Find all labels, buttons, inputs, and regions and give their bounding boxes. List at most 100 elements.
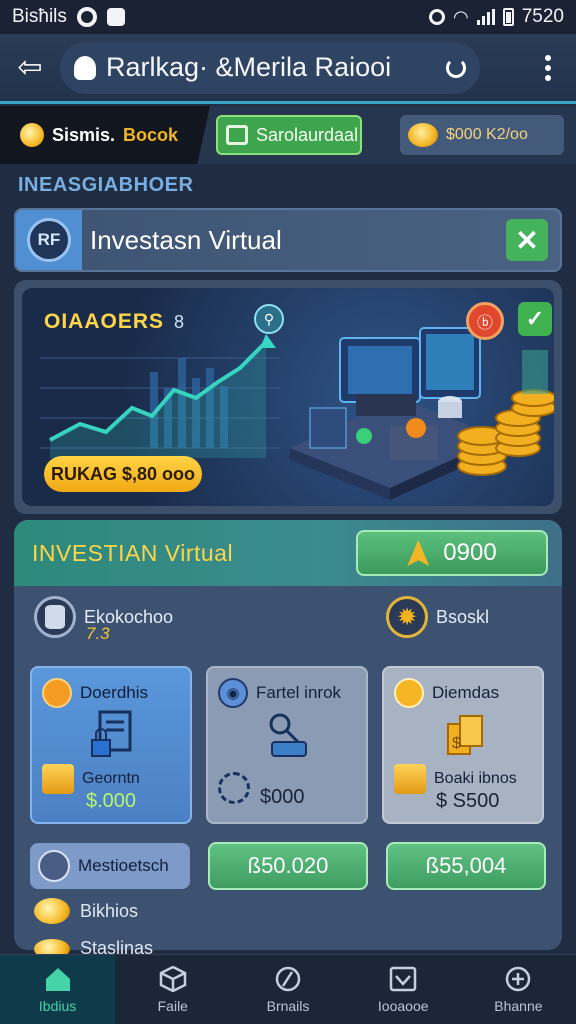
vibrate-icon xyxy=(429,9,445,25)
back-button[interactable]: ⇦ xyxy=(0,33,60,103)
nav-label: Faile xyxy=(157,997,188,1014)
status-left: Bisħils xyxy=(12,6,125,28)
more-menu-button[interactable] xyxy=(520,54,576,81)
stat-right-label: Bsoskl xyxy=(436,606,490,627)
card-value: $.000 xyxy=(86,790,137,812)
card-foot xyxy=(218,772,250,804)
leaf-icon xyxy=(394,678,424,708)
status-bar: Bisħils ◠ 7520 xyxy=(0,0,576,34)
dot xyxy=(545,74,551,81)
hero-title-suffix: 8 xyxy=(174,312,186,332)
status-right: ◠ 7520 xyxy=(429,6,564,28)
card-head: Doerdhis xyxy=(42,678,180,708)
dot xyxy=(545,54,551,61)
svg-text:$: $ xyxy=(452,735,461,752)
record-icon xyxy=(76,7,97,27)
money-stack-icon: $ xyxy=(447,715,483,755)
hero-amount-pill[interactable]: RUKAG $,80 ooo xyxy=(44,456,202,492)
gauge-icon xyxy=(218,772,250,804)
carrier-label: Bisħils xyxy=(12,6,67,27)
invest-badge-cap: RF xyxy=(16,210,82,270)
tab-coins-label: $000 K2/oo xyxy=(446,126,528,143)
pill-label[interactable]: Mestioetsch xyxy=(30,843,190,889)
tab-dashboard[interactable]: Sarolaurdaal xyxy=(216,115,362,155)
coin-icon xyxy=(34,898,70,924)
invest-section-header: INVESTIAN Virtual 0900 xyxy=(14,520,562,586)
card-portfolio[interactable]: ◉ Fartel inrok $000 xyxy=(206,666,368,824)
bag-icon xyxy=(74,55,96,80)
gold-box-icon xyxy=(394,764,426,794)
refresh-icon[interactable] xyxy=(446,57,466,78)
nav-item-reports[interactable]: Iooaooe xyxy=(346,955,461,1024)
invest-header-title: Investasn Virtual xyxy=(90,224,282,255)
card-title: Fartel inrok xyxy=(256,683,342,702)
invest-amount-button[interactable]: 0900 xyxy=(356,530,548,576)
hero-banner: OIAAOERS 8 ⚲ ⓑ ✓ RUKAG $,80 ooo xyxy=(22,288,554,506)
battery-icon xyxy=(502,8,514,26)
app-bar: ⇦ Rarlkag· &Merila Raiooi xyxy=(0,34,576,104)
tab-coins[interactable]: $000 K2/oo xyxy=(400,115,564,155)
wifi-icon: ◠ xyxy=(453,6,469,27)
card-head: Diemdas xyxy=(394,678,532,708)
rocket-icon xyxy=(407,540,430,566)
pill-label-text: Mestioetsch xyxy=(78,856,169,875)
card-deposits[interactable]: Doerdhis Georntn $.000 xyxy=(30,666,192,824)
currency-icon[interactable]: ⓑ xyxy=(466,302,504,340)
signal-icon xyxy=(476,9,495,25)
chart-icon xyxy=(389,966,417,991)
box-icon xyxy=(42,678,72,708)
home-icon xyxy=(45,967,70,991)
dot xyxy=(545,64,551,71)
card-grid: Doerdhis Georntn $.000 ◉ Fartel inrok $0… xyxy=(30,666,544,824)
tabs-row: Sismis. Bocok Sarolaurdaal $000 K2/oo xyxy=(0,106,576,164)
nav-item-files[interactable]: Faile xyxy=(115,955,230,1024)
coin-icon xyxy=(20,123,44,147)
nav-item-more[interactable]: Bhanne xyxy=(461,955,576,1024)
close-icon: ✕ xyxy=(515,224,539,256)
tool-icon xyxy=(269,713,308,757)
card-head: ◉ Fartel inrok xyxy=(218,678,356,708)
notification-icon xyxy=(106,8,125,26)
amount-button-a[interactable]: ß50.020 xyxy=(208,842,368,890)
invest-amount-value: 0900 xyxy=(443,539,497,566)
gear-icon[interactable]: ✹ xyxy=(386,596,428,638)
nav-label: Brnails xyxy=(266,997,310,1014)
gold-coins-icon xyxy=(42,764,74,794)
speedometer-icon xyxy=(38,850,70,882)
lock-document-icon xyxy=(91,710,132,757)
tab-balance[interactable]: Sismis. Bocok xyxy=(0,106,210,164)
stat-left: Ekokochoo 7.3 xyxy=(34,596,173,643)
hero-card: OIAAOERS 8 ⚲ ⓑ ✓ RUKAG $,80 ooo xyxy=(14,280,562,514)
check-icon[interactable]: ✓ xyxy=(518,302,552,336)
tab-balance-label: Sismis. xyxy=(52,124,116,145)
nav-item-explore[interactable]: Brnails xyxy=(230,955,345,1024)
card-foot-label: Boaki ibnos xyxy=(434,770,517,787)
list-item[interactable]: Bikhios xyxy=(34,898,138,924)
card-value: $000 xyxy=(260,786,305,808)
workstation-illustration xyxy=(290,327,554,500)
card-title: Diemdas xyxy=(432,683,500,702)
invest-section-title: INVESTIAN Virtual xyxy=(32,539,234,566)
nav-label: Iooaooe xyxy=(377,997,429,1014)
eye-icon: ◉ xyxy=(218,678,248,708)
clock-label: 7520 xyxy=(521,6,564,27)
title-pill[interactable]: Rarlkag· &Merila Raiooi xyxy=(60,41,480,94)
section-heading: INEASGIABHOER xyxy=(18,174,194,196)
compass-icon xyxy=(275,966,301,991)
invest-header-bar: RF Investasn Virtual ✕ xyxy=(14,208,562,272)
dashboard-icon xyxy=(226,125,248,145)
nav-label: Bhanne xyxy=(494,997,543,1014)
plus-circle-icon xyxy=(506,966,531,991)
close-button[interactable]: ✕ xyxy=(506,219,548,261)
list-item-label: Bikhios xyxy=(80,900,139,921)
nav-item-home[interactable]: Ibdius xyxy=(0,955,116,1024)
card-foot-label: Georntn xyxy=(82,770,140,787)
page-title: Rarlkag· &Merila Raiooi xyxy=(106,52,392,82)
amount-button-b[interactable]: ß55,004 xyxy=(386,842,546,890)
tab-dashboard-label: Sarolaurdaal xyxy=(256,124,359,145)
database-icon xyxy=(34,596,76,638)
nav-label: Ibdius xyxy=(38,997,77,1014)
card-dividends[interactable]: Diemdas $ Boaki ibnos $ S500 xyxy=(382,666,544,824)
back-arrow-icon: ⇦ xyxy=(17,51,43,84)
stat-right: ✹ Bsoskl xyxy=(386,596,489,638)
